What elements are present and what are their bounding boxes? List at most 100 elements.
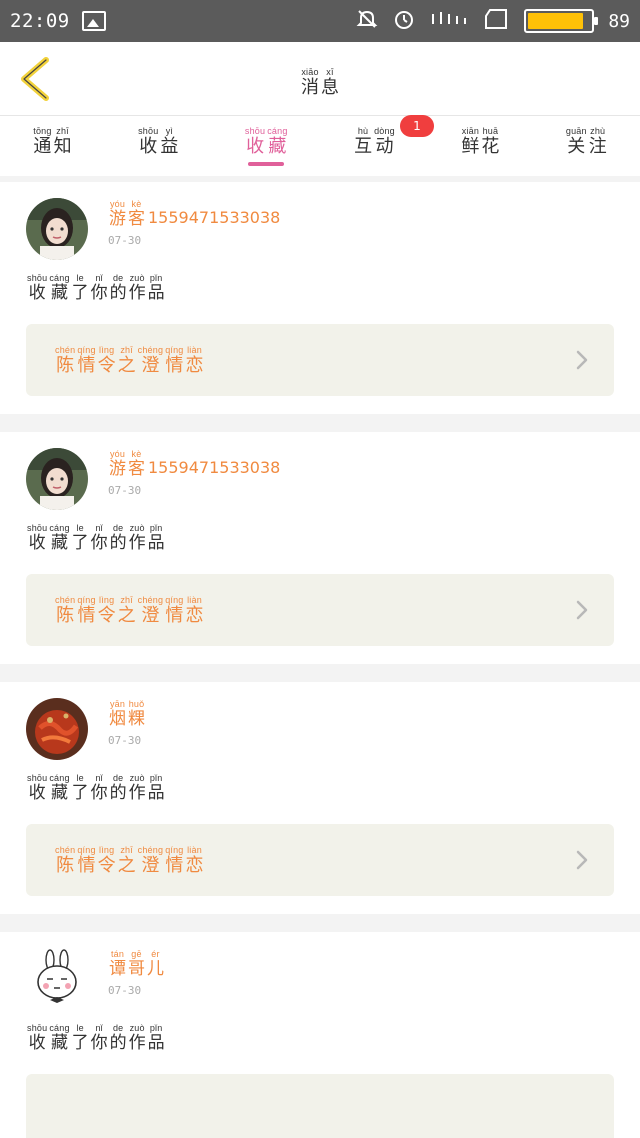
work-link[interactable]: chén 陈 qíng 情 lìng 令 zhī 之 chéng 澄 qíng 情 liàn 恋 (26, 574, 614, 646)
user-info: yān 烟 huǒ 粿 07-30 (108, 700, 146, 748)
tab-char: shōu 收 (245, 126, 265, 157)
avatar[interactable] (26, 198, 88, 260)
hanzi: 之 (117, 604, 136, 626)
back-chevron-icon[interactable] (18, 56, 54, 102)
header: xiāo 消 xī 息 (0, 42, 640, 116)
hanzi: 益 (160, 135, 179, 157)
action-text: shōu 收 cáng 藏 le 了 nǐ 你 de 的 zuò 作 pǐn 品 (26, 774, 614, 802)
tab-收藏[interactable]: shōu 收 cáng 藏 (244, 126, 289, 166)
work-title-char: qíng 情 (77, 595, 95, 625)
action-char: zuò 作 (129, 1024, 146, 1052)
action-char: pǐn 品 (148, 274, 165, 302)
work-link[interactable]: chén 陈 qíng 情 lìng 令 zhī 之 chéng 澄 qíng 情 liàn 恋 (26, 824, 614, 896)
tab-互动[interactable]: hù 互 dòng 动 1 (353, 114, 434, 166)
status-right: 89 (356, 0, 630, 42)
tab-通知[interactable]: tōng 通 zhī 知 (32, 126, 72, 166)
user-row: yān 烟 huǒ 粿 07-30 (26, 698, 614, 760)
hanzi: 恋 (185, 604, 204, 626)
work-title-char: chén 陈 (55, 845, 75, 875)
hanzi: 藏 (268, 135, 287, 157)
action-char: le 了 (72, 1024, 89, 1052)
action-char: de 的 (110, 1024, 127, 1052)
hanzi: 粿 (128, 709, 145, 729)
tab-收益[interactable]: shōu 收 yì 益 (137, 126, 179, 166)
notification-badge: 1 (399, 114, 434, 137)
tab-char: zhī 知 (54, 126, 72, 156)
tab-label: hù 互 dòng 动 (353, 126, 396, 157)
tab-label: xiān 鲜 huā 花 (460, 126, 500, 157)
hanzi: 收 (139, 135, 158, 157)
work-title-char: qíng 情 (77, 345, 95, 375)
username[interactable]: yān 烟 huǒ 粿 (108, 700, 146, 728)
hanzi: 游 (109, 459, 126, 479)
hanzi: 恋 (185, 854, 204, 876)
hanzi: 澄 (141, 354, 160, 376)
user-row: yóu 游 kè 客 1559471533038 07-30 (26, 448, 614, 510)
avatar[interactable] (26, 948, 88, 1010)
hanzi: 作 (128, 783, 146, 803)
avatar[interactable] (26, 698, 88, 760)
username[interactable]: yóu 游 kè 客 1559471533038 (108, 450, 280, 478)
work-title-char: zhī 之 (118, 345, 136, 375)
tab-label: shōu 收 cáng 藏 (244, 126, 289, 157)
chevron-right-icon (572, 598, 592, 622)
signal-icon (430, 8, 470, 35)
favorite-item[interactable]: yān 烟 huǒ 粿 07-30 shōu 收 cáng 藏 le 了 nǐ 你 de 的 zuò 作 pǐn 品… (0, 682, 640, 914)
user-info: yóu 游 kè 客 1559471533038 07-30 (108, 450, 280, 498)
favorites-list: yóu 游 kè 客 1559471533038 07-30 shōu 收 cáng 藏 le 了 nǐ… (0, 182, 640, 1138)
hanzi: 游 (109, 209, 126, 229)
tab-鲜花[interactable]: xiān 鲜 huā 花 (460, 126, 500, 166)
hanzi: 收 (246, 135, 265, 157)
tab-char: cáng 藏 (267, 126, 287, 157)
hanzi: 谭 (109, 959, 126, 979)
work-link[interactable]: chén 陈 qíng 情 lìng 令 zhī 之 chéng 澄 qíng 情 liàn 恋 (26, 324, 614, 396)
work-link[interactable] (26, 1074, 614, 1138)
avatar[interactable] (26, 448, 88, 510)
hanzi: 作 (128, 283, 146, 303)
hanzi: 藏 (50, 533, 68, 553)
username-char: kè 客 (128, 200, 145, 228)
tab-char: tōng 通 (33, 126, 51, 156)
work-title-char: zhī 之 (117, 595, 136, 626)
hanzi: 互 (354, 135, 373, 157)
username-char: huǒ 粿 (128, 700, 145, 728)
favorite-item[interactable]: tán 谭 gē 哥 ér 儿 07-30 shōu 收 cáng 藏 le 了 nǐ 你 de 的 zuò 作 pǐ… (0, 932, 640, 1138)
hanzi: 你 (90, 1033, 108, 1053)
tab-char: xiān 鲜 (461, 126, 479, 156)
action-char: pǐn 品 (148, 1024, 165, 1052)
mute-icon (356, 8, 378, 35)
item-date: 07-30 (108, 734, 142, 747)
username-char: yóu 游 (109, 450, 126, 478)
action-char: zuò 作 (129, 524, 146, 552)
hanzi: 花 (481, 135, 500, 157)
username[interactable]: tán 谭 gē 哥 ér 儿 (108, 950, 165, 978)
hanzi: 令 (97, 854, 116, 876)
action-char: nǐ 你 (91, 274, 108, 302)
hanzi: 儿 (147, 959, 164, 979)
hanzi: 藏 (50, 283, 68, 303)
work-title-char: chéng 澄 (138, 595, 164, 625)
tab-char: zhù 注 (589, 126, 607, 156)
hanzi: 客 (128, 459, 145, 479)
username-char: tán 谭 (109, 950, 126, 978)
tab-label: shōu 收 yì 益 (137, 126, 179, 157)
page-title: xiāo 消 xī 息 (300, 60, 340, 97)
hanzi: 令 (97, 604, 116, 626)
favorite-item[interactable]: yóu 游 kè 客 1559471533038 07-30 shōu 收 cáng 藏 le 了 nǐ… (0, 432, 640, 664)
work-title-char: lìng 令 (98, 345, 116, 375)
username[interactable]: yóu 游 kè 客 1559471533038 (108, 200, 280, 228)
hanzi: 了 (71, 283, 89, 303)
hanzi: 你 (90, 283, 108, 303)
hanzi: 的 (109, 283, 127, 303)
hanzi: 澄 (141, 854, 160, 876)
hanzi: 关 (567, 135, 586, 157)
hanzi: 的 (109, 783, 127, 803)
action-char: de 的 (110, 774, 127, 802)
work-title-char: liàn 恋 (186, 345, 204, 375)
action-char: shōu 收 (27, 774, 47, 802)
work-title-char: zhī 之 (118, 845, 136, 875)
tab-关注[interactable]: guān 关 zhù 注 (565, 126, 608, 166)
work-title-char: chéng 澄 (138, 345, 164, 376)
favorite-item[interactable]: yóu 游 kè 客 1559471533038 07-30 shōu 收 cáng 藏 le 了 nǐ… (0, 182, 640, 414)
hanzi: 你 (90, 533, 108, 553)
